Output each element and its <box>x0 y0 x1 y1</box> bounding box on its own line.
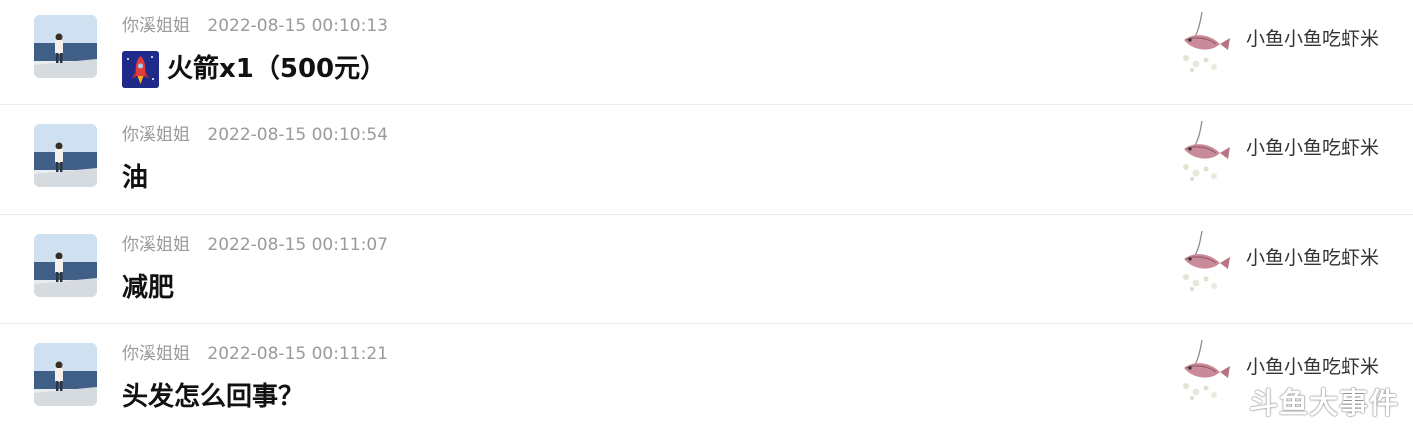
recipient-name[interactable]: 小鱼小鱼吃虾米 <box>1246 135 1379 161</box>
sender-avatar[interactable] <box>34 124 97 187</box>
message-list: 你溪姐姐 2022-08-15 00:10:13 火箭x1（500元） 小鱼小鱼… <box>0 0 1413 432</box>
sender-avatar[interactable] <box>34 343 97 406</box>
recipient-name[interactable]: 小鱼小鱼吃虾米 <box>1246 245 1379 271</box>
recipient-name[interactable]: 小鱼小鱼吃虾米 <box>1246 26 1379 52</box>
message-text: 火箭x1（500元） <box>167 54 387 84</box>
recipient[interactable]: 小鱼小鱼吃虾米 <box>1172 10 1402 80</box>
recipient-avatar <box>1172 119 1236 183</box>
message-meta: 你溪姐姐 2022-08-15 00:11:21 <box>122 343 388 365</box>
recipient-avatar <box>1172 10 1236 74</box>
message-content: 头发怎么回事？ <box>122 377 304 417</box>
recipient[interactable]: 小鱼小鱼吃虾米 <box>1172 119 1402 189</box>
message-row: 你溪姐姐 2022-08-15 00:11:21 头发怎么回事？ 小鱼小鱼吃虾米 <box>0 324 1413 434</box>
recipient-avatar <box>1172 338 1236 402</box>
recipient-name[interactable]: 小鱼小鱼吃虾米 <box>1246 354 1379 380</box>
message-meta: 你溪姐姐 2022-08-15 00:11:07 <box>122 234 388 256</box>
recipient-avatar <box>1172 229 1236 293</box>
message-content: 油 <box>122 158 148 198</box>
sender-name[interactable]: 你溪姐姐 <box>122 344 190 364</box>
message-meta: 你溪姐姐 2022-08-15 00:10:54 <box>122 124 388 146</box>
message-timestamp: 2022-08-15 00:10:13 <box>207 16 388 36</box>
message-meta: 你溪姐姐 2022-08-15 00:10:13 <box>122 15 388 37</box>
message-text: 减肥 <box>122 273 175 303</box>
message-timestamp: 2022-08-15 00:10:54 <box>207 125 388 145</box>
rocket-icon <box>122 50 159 88</box>
message-row: 你溪姐姐 2022-08-15 00:11:07 减肥 小鱼小鱼吃虾米 <box>0 215 1413 324</box>
sender-name[interactable]: 你溪姐姐 <box>122 125 190 145</box>
sender-name[interactable]: 你溪姐姐 <box>122 16 190 36</box>
message-content: 火箭x1（500元） <box>122 49 386 89</box>
sender-avatar[interactable] <box>34 234 97 297</box>
message-row: 你溪姐姐 2022-08-15 00:10:13 火箭x1（500元） 小鱼小鱼… <box>0 0 1413 105</box>
sender-name[interactable]: 你溪姐姐 <box>122 235 190 255</box>
sender-avatar[interactable] <box>34 15 97 78</box>
message-timestamp: 2022-08-15 00:11:21 <box>207 344 388 364</box>
message-row: 你溪姐姐 2022-08-15 00:10:54 油 小鱼小鱼吃虾米 <box>0 105 1413 215</box>
recipient[interactable]: 小鱼小鱼吃虾米 <box>1172 229 1402 299</box>
message-timestamp: 2022-08-15 00:11:07 <box>207 235 388 255</box>
watermark-text: 斗鱼大事件 <box>1248 386 1399 420</box>
message-content: 减肥 <box>122 268 174 308</box>
message-text: 头发怎么回事？ <box>122 382 305 412</box>
message-text: 油 <box>122 163 149 193</box>
